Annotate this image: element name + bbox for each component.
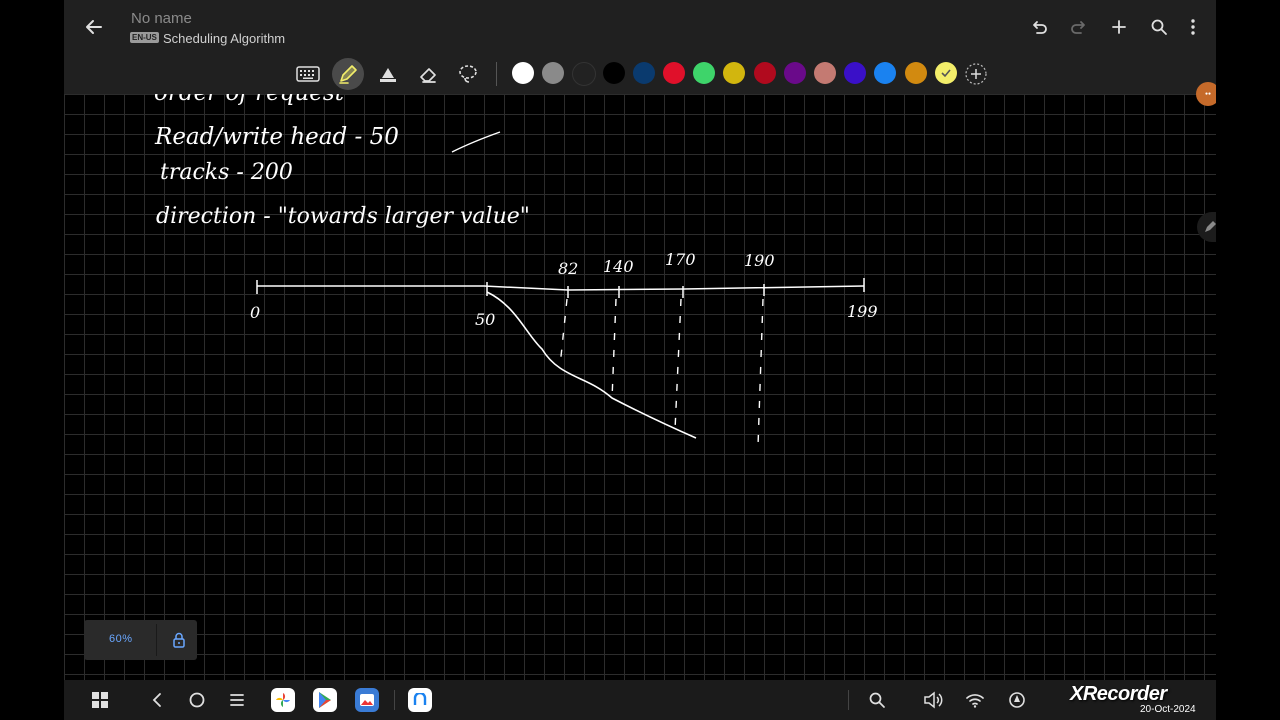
note-title[interactable]: No name — [131, 10, 192, 27]
note-line-head: Read/write head - 50 — [154, 124, 399, 150]
drawing-canvas[interactable]: order of request Read/write head - 50 tr… — [64, 82, 1216, 680]
zoom-level[interactable]: 60% — [109, 633, 133, 645]
add-color-icon[interactable] — [960, 58, 992, 90]
collaborator-avatar[interactable]: ●● — [1196, 82, 1216, 106]
search-icon[interactable] — [1141, 9, 1177, 45]
notes-app-window: No name EN-US Scheduling Algorithm Read/… — [64, 0, 1216, 720]
axis-label-140: 140 — [603, 257, 634, 276]
axis-label-82: 82 — [558, 259, 578, 278]
color-swatch[interactable] — [572, 62, 597, 86]
note-line-tracks: tracks - 200 — [160, 160, 293, 185]
track-axis-line — [257, 285, 865, 291]
color-swatch[interactable] — [632, 62, 655, 84]
handwritten-ink: order of request Read/write head - 50 tr… — [154, 94, 878, 447]
note-line-partial: order of request — [154, 94, 345, 106]
recents-icon[interactable] — [223, 686, 251, 714]
axis-label-190: 190 — [744, 251, 775, 270]
taskbar-divider — [394, 690, 395, 710]
recorder-watermark: XRecorder — [1070, 683, 1167, 705]
volume-icon[interactable] — [919, 686, 947, 714]
notes-app-icon[interactable] — [406, 686, 434, 714]
color-swatch[interactable] — [663, 62, 685, 84]
back-icon[interactable] — [143, 686, 171, 714]
taskbar-divider — [848, 690, 849, 710]
toolbar-divider — [496, 62, 497, 86]
axis-label-170: 170 — [665, 250, 696, 269]
drawing-toolbar — [64, 54, 1216, 94]
color-swatch[interactable] — [693, 62, 716, 84]
color-swatch[interactable] — [783, 62, 806, 84]
color-swatch-selected[interactable] — [934, 62, 957, 84]
lock-icon[interactable] — [168, 629, 190, 651]
color-swatch[interactable] — [723, 62, 746, 84]
note-line-direction: direction - "towards larger value" — [156, 204, 530, 229]
gallery-app-icon[interactable] — [353, 686, 381, 714]
axis-label-head: 50 — [475, 310, 495, 329]
language-badge: EN-US — [130, 32, 159, 43]
axis-label-start: 0 — [250, 303, 260, 322]
keyboard-icon[interactable] — [292, 58, 324, 90]
photos-app-icon[interactable] — [269, 686, 297, 714]
redo-icon[interactable] — [1061, 9, 1097, 45]
color-swatch[interactable] — [874, 62, 897, 84]
zoom-divider — [156, 624, 157, 656]
undo-icon[interactable] — [1021, 9, 1057, 45]
pen-icon[interactable] — [332, 58, 364, 90]
system-taskbar: XRecorder 20-Oct-2024 — [64, 680, 1216, 720]
header-bar: No name EN-US Scheduling Algorithm — [64, 0, 1216, 54]
add-icon[interactable] — [1101, 9, 1137, 45]
search-icon[interactable] — [863, 686, 891, 714]
back-arrow-icon[interactable] — [76, 9, 112, 45]
color-swatch[interactable] — [512, 62, 534, 84]
note-subtitle[interactable]: Scheduling Algorithm — [163, 31, 285, 46]
dashed-guides — [559, 298, 764, 447]
head-movement-curve — [486, 291, 697, 439]
play-store-icon[interactable] — [311, 686, 339, 714]
color-swatch[interactable] — [542, 62, 565, 84]
highlighter-icon[interactable] — [372, 58, 404, 90]
color-swatch[interactable] — [814, 62, 836, 84]
apps-grid-icon[interactable] — [86, 686, 114, 714]
zoom-control: 60% — [84, 620, 197, 660]
color-swatch[interactable] — [844, 62, 867, 84]
wifi-icon[interactable] — [961, 686, 989, 714]
lasso-icon[interactable] — [452, 58, 484, 90]
location-icon[interactable] — [1003, 686, 1031, 714]
color-swatch[interactable] — [753, 62, 776, 84]
more-icon[interactable] — [1175, 9, 1211, 45]
color-swatch[interactable] — [602, 62, 625, 84]
recorder-date: 20-Oct-2024 — [1140, 704, 1196, 715]
eraser-icon[interactable] — [412, 58, 444, 90]
color-swatch[interactable] — [904, 62, 927, 84]
axis-label-end: 199 — [847, 302, 878, 321]
home-icon[interactable] — [183, 686, 211, 714]
